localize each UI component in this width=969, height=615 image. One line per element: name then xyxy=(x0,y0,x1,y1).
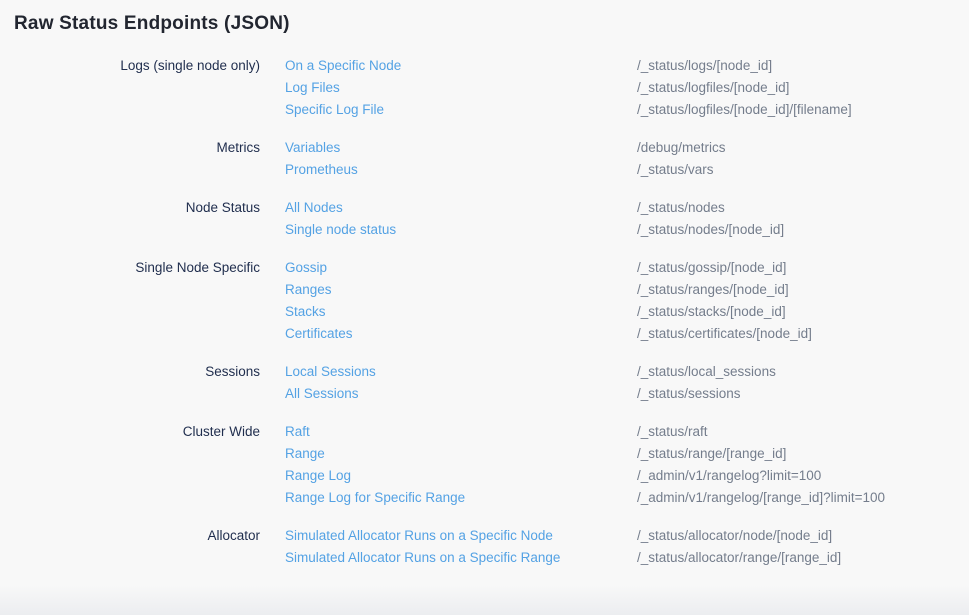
endpoint-link[interactable]: On a Specific Node xyxy=(285,55,401,77)
section-links: All NodesSingle node status xyxy=(260,197,637,241)
section-links: RaftRangeRange LogRange Log for Specific… xyxy=(260,421,637,509)
endpoint-link[interactable]: Specific Log File xyxy=(285,99,384,121)
endpoint-path: /_status/nodes/[node_id] xyxy=(637,219,969,241)
endpoint-link[interactable]: Gossip xyxy=(285,257,327,279)
raw-status-endpoints-page: Raw Status Endpoints (JSON) Logs (single… xyxy=(0,12,969,569)
endpoint-path: /_status/vars xyxy=(637,159,969,181)
endpoint-link[interactable]: All Sessions xyxy=(285,383,359,405)
section-links: Simulated Allocator Runs on a Specific N… xyxy=(260,525,637,569)
endpoint-section: Allocator Simulated Allocator Runs on a … xyxy=(0,525,969,569)
section-links: GossipRangesStacksCertificates xyxy=(260,257,637,345)
endpoint-path: /debug/metrics xyxy=(637,137,969,159)
endpoint-section: Logs (single node only) On a Specific No… xyxy=(0,55,969,121)
endpoint-path: /_admin/v1/rangelog/[range_id]?limit=100 xyxy=(637,487,969,509)
endpoint-link[interactable]: Local Sessions xyxy=(285,361,376,383)
endpoint-link[interactable]: Prometheus xyxy=(285,159,358,181)
section-label: Single Node Specific xyxy=(0,257,260,345)
section-paths: /_status/allocator/node/[node_id]/_statu… xyxy=(637,525,969,569)
section-label: Logs (single node only) xyxy=(0,55,260,121)
endpoint-path: /_status/local_sessions xyxy=(637,361,969,383)
endpoint-link[interactable]: Range xyxy=(285,443,325,465)
endpoint-path: /_status/allocator/range/[range_id] xyxy=(637,547,969,569)
endpoint-path: /_admin/v1/rangelog?limit=100 xyxy=(637,465,969,487)
section-paths: /_status/nodes/_status/nodes/[node_id] xyxy=(637,197,969,241)
endpoint-section: Single Node Specific GossipRangesStacksC… xyxy=(0,257,969,345)
endpoint-path: /_status/allocator/node/[node_id] xyxy=(637,525,969,547)
endpoint-path: /_status/certificates/[node_id] xyxy=(637,323,969,345)
endpoint-path: /_status/raft xyxy=(637,421,969,443)
endpoint-path: /_status/stacks/[node_id] xyxy=(637,301,969,323)
endpoint-path: /_status/range/[range_id] xyxy=(637,443,969,465)
endpoint-section: Sessions Local SessionsAll Sessions /_st… xyxy=(0,361,969,405)
endpoint-link[interactable]: Certificates xyxy=(285,323,353,345)
endpoint-link[interactable]: Stacks xyxy=(285,301,326,323)
section-links: Local SessionsAll Sessions xyxy=(260,361,637,405)
section-paths: /_status/logs/[node_id]/_status/logfiles… xyxy=(637,55,969,121)
endpoint-link[interactable]: All Nodes xyxy=(285,197,343,219)
section-paths: /debug/metrics/_status/vars xyxy=(637,137,969,181)
endpoint-section: Cluster Wide RaftRangeRange LogRange Log… xyxy=(0,421,969,509)
section-label: Cluster Wide xyxy=(0,421,260,509)
section-links: On a Specific NodeLog FilesSpecific Log … xyxy=(260,55,637,121)
section-label: Metrics xyxy=(0,137,260,181)
endpoint-link[interactable]: Simulated Allocator Runs on a Specific N… xyxy=(285,525,553,547)
endpoint-link[interactable]: Range Log xyxy=(285,465,351,487)
section-links: VariablesPrometheus xyxy=(260,137,637,181)
section-paths: /_status/gossip/[node_id]/_status/ranges… xyxy=(637,257,969,345)
endpoint-path: /_status/logs/[node_id] xyxy=(637,55,969,77)
endpoint-path: /_status/logfiles/[node_id]/[filename] xyxy=(637,99,969,121)
section-label: Allocator xyxy=(0,525,260,569)
endpoint-section: Node Status All NodesSingle node status … xyxy=(0,197,969,241)
endpoint-link[interactable]: Raft xyxy=(285,421,310,443)
bottom-fade xyxy=(0,585,969,615)
endpoint-sections: Logs (single node only) On a Specific No… xyxy=(0,55,969,569)
endpoint-link[interactable]: Ranges xyxy=(285,279,332,301)
page-title: Raw Status Endpoints (JSON) xyxy=(14,12,969,35)
endpoint-path: /_status/sessions xyxy=(637,383,969,405)
endpoint-link[interactable]: Range Log for Specific Range xyxy=(285,487,465,509)
section-label: Node Status xyxy=(0,197,260,241)
section-paths: /_status/raft/_status/range/[range_id]/_… xyxy=(637,421,969,509)
endpoint-path: /_status/nodes xyxy=(637,197,969,219)
endpoint-link[interactable]: Log Files xyxy=(285,77,340,99)
endpoint-section: Metrics VariablesPrometheus /debug/metri… xyxy=(0,137,969,181)
endpoint-link[interactable]: Simulated Allocator Runs on a Specific R… xyxy=(285,547,560,569)
endpoint-link[interactable]: Single node status xyxy=(285,219,396,241)
endpoint-link[interactable]: Variables xyxy=(285,137,340,159)
endpoint-path: /_status/gossip/[node_id] xyxy=(637,257,969,279)
endpoint-path: /_status/logfiles/[node_id] xyxy=(637,77,969,99)
endpoint-path: /_status/ranges/[node_id] xyxy=(637,279,969,301)
section-label: Sessions xyxy=(0,361,260,405)
section-paths: /_status/local_sessions/_status/sessions xyxy=(637,361,969,405)
